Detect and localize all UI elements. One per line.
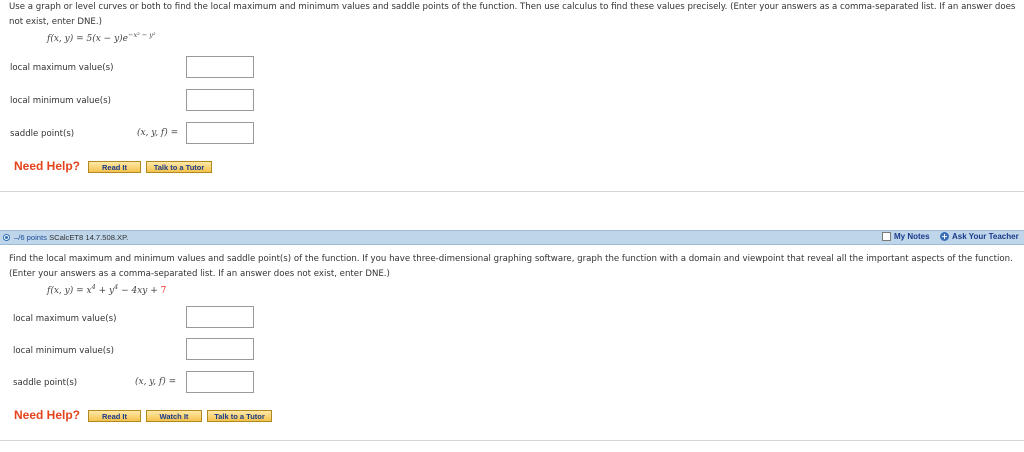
question2-header-text: –/6 points SCalcET8 14.7.508.XP. bbox=[14, 233, 128, 242]
my-notes-label: My Notes bbox=[894, 232, 930, 241]
q2-local-max-input[interactable] bbox=[186, 306, 254, 328]
question2-function: f(x, y) = x4 + y4 − 4xy + 7 bbox=[47, 284, 167, 296]
constant-term: 7 bbox=[160, 286, 167, 296]
q1-read-it-button[interactable]: Read It bbox=[88, 161, 141, 173]
points-label: –/6 points bbox=[14, 233, 47, 242]
question1-function: f(x, y) = 5(x − y)e−x² − y² bbox=[47, 31, 156, 44]
q2-local-max-label: local maximum value(s) bbox=[13, 314, 117, 324]
bottom-divider bbox=[0, 440, 1024, 441]
question2-header-bar bbox=[0, 230, 1024, 245]
q1-saddle-input[interactable] bbox=[186, 122, 254, 144]
q1-need-help: Need Help? bbox=[14, 159, 81, 173]
q1-local-max-label: local maximum value(s) bbox=[10, 63, 114, 73]
q1-saddle-label: saddle point(s) bbox=[10, 129, 75, 139]
question-code: SCalcET8 14.7.508.XP. bbox=[49, 233, 129, 242]
q2-talk-to-tutor-button[interactable]: Talk to a Tutor bbox=[207, 410, 272, 422]
q2-saddle-input[interactable] bbox=[186, 371, 254, 393]
q2-saddle-label: saddle point(s) bbox=[13, 378, 78, 388]
my-notes-link[interactable]: My Notes bbox=[882, 232, 930, 241]
function-lhs: f(x, y) = x bbox=[47, 286, 92, 296]
plus-icon: + bbox=[940, 232, 949, 241]
notes-icon bbox=[882, 232, 891, 241]
y-term: + y bbox=[95, 286, 115, 296]
function-exponent: −x² − y² bbox=[128, 31, 156, 39]
xy-term: − 4xy + bbox=[118, 286, 161, 296]
ask-teacher-label: Ask Your Teacher bbox=[952, 232, 1019, 241]
q2-watch-it-button[interactable]: Watch It bbox=[146, 410, 202, 422]
q1-local-max-input[interactable] bbox=[186, 56, 254, 78]
q1-talk-to-tutor-button[interactable]: Talk to a Tutor bbox=[146, 161, 212, 173]
q2-read-it-button[interactable]: Read It bbox=[88, 410, 141, 422]
q1-local-min-input[interactable] bbox=[186, 89, 254, 111]
q2-need-help: Need Help? bbox=[14, 408, 81, 422]
q1-saddle-prefix: (x, y, f) = bbox=[137, 128, 179, 138]
question2-prompt: Find the local maximum and minimum value… bbox=[9, 254, 1013, 279]
q1-local-min-label: local minimum value(s) bbox=[10, 96, 111, 106]
q2-local-min-label: local minimum value(s) bbox=[13, 346, 114, 356]
q2-saddle-prefix: (x, y, f) = bbox=[135, 377, 177, 387]
ask-teacher-link[interactable]: + Ask Your Teacher bbox=[940, 232, 1019, 241]
question1-prompt: Use a graph or level curves or both to f… bbox=[9, 2, 1016, 27]
q2-local-min-input[interactable] bbox=[186, 338, 254, 360]
divider bbox=[0, 191, 1024, 192]
question-radio-icon[interactable] bbox=[3, 234, 10, 241]
function-lhs: f(x, y) = 5(x − y)e bbox=[47, 34, 128, 44]
